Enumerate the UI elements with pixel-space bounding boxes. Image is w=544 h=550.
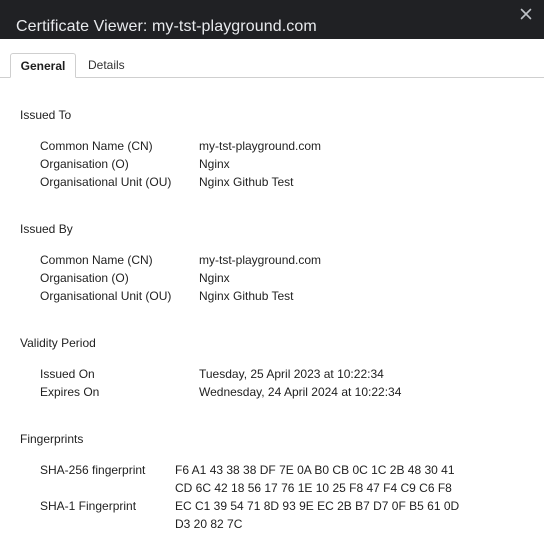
issued-to-cn-label: Common Name (CN): [40, 139, 153, 153]
sha1-value-line-1: EC C1 39 54 71 8D 93 9E EC 2B B7 D7 0F B…: [175, 499, 460, 513]
sha256-value-line-1: F6 A1 43 38 38 DF 7E 0A B0 CB 0C 1C 2B 4…: [175, 463, 455, 477]
expires-on-label: Expires On: [40, 385, 100, 399]
close-button[interactable]: [516, 6, 536, 26]
sha256-value-line-2: CD 6C 42 18 56 17 76 1E 10 25 F8 47 F4 C…: [175, 481, 452, 495]
issued-by-heading: Issued By: [20, 222, 73, 236]
sha1-value-line-2: D3 20 82 7C: [175, 517, 243, 531]
window-title: Certificate Viewer: my-tst-playground.co…: [16, 18, 317, 35]
tab-general[interactable]: General: [10, 53, 76, 78]
tab-bar: General Details: [0, 39, 544, 78]
issued-to-ou-value: Nginx Github Test: [199, 175, 294, 189]
issued-to-heading: Issued To: [20, 108, 72, 122]
issued-by-o-label: Organisation (O): [40, 271, 129, 285]
issued-by-ou-value: Nginx Github Test: [199, 289, 294, 303]
certificate-viewer-window: Certificate Viewer: my-tst-playground.co…: [0, 0, 544, 550]
validity-heading: Validity Period: [20, 336, 96, 350]
issued-by-ou-label: Organisational Unit (OU): [40, 289, 172, 303]
issued-to-o-label: Organisation (O): [40, 157, 129, 171]
issued-by-cn-label: Common Name (CN): [40, 253, 153, 267]
issued-by-cn-value: my-tst-playground.com: [199, 253, 322, 267]
issued-on-label: Issued On: [40, 367, 95, 381]
issued-to-cn-value: my-tst-playground.com: [199, 139, 322, 153]
issued-to-o-value: Nginx: [199, 157, 230, 171]
title-bar: Certificate Viewer: my-tst-playground.co…: [0, 0, 544, 39]
issued-to-ou-label: Organisational Unit (OU): [40, 175, 172, 189]
fingerprints-heading: Fingerprints: [20, 432, 84, 446]
close-icon: [520, 7, 532, 25]
issued-on-value: Tuesday, 25 April 2023 at 10:22:34: [199, 367, 384, 381]
issued-by-o-value: Nginx: [199, 271, 230, 285]
expires-on-value: Wednesday, 24 April 2024 at 10:22:34: [199, 385, 402, 399]
sha1-label: SHA-1 Fingerprint: [40, 499, 137, 513]
sha256-label: SHA-256 fingerprint: [40, 463, 146, 477]
tab-details[interactable]: Details: [88, 53, 125, 78]
